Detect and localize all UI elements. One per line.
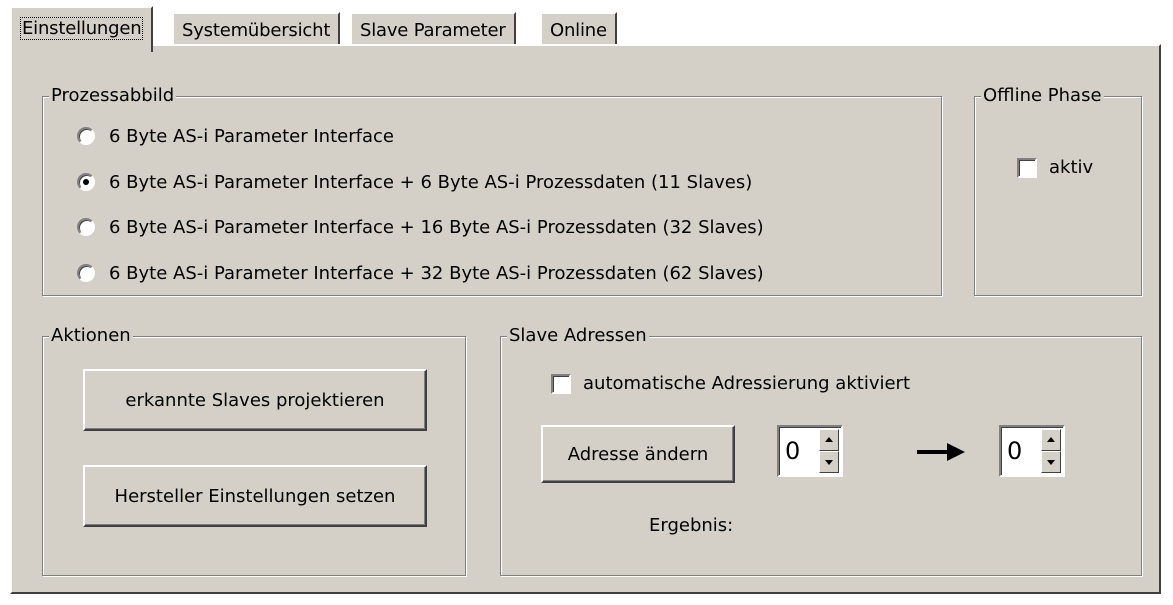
spin-down-icon[interactable] bbox=[819, 451, 839, 473]
radio-option-62-slaves[interactable]: 6 Byte AS-i Parameter Interface + 32 Byt… bbox=[77, 260, 764, 286]
slave-adressen-group: Slave Adressen automatische Adressierung… bbox=[500, 325, 1142, 576]
group-title: Aktionen bbox=[49, 325, 133, 346]
prozessabbild-group: Prozessabbild 6 Byte AS-i Parameter Inte… bbox=[42, 85, 942, 296]
aktionen-group: Aktionen erkannte Slaves projektieren He… bbox=[42, 325, 466, 576]
checkbox-box[interactable] bbox=[551, 373, 571, 394]
tab-label: Systemübersicht bbox=[182, 20, 331, 41]
radio-option-32-slaves[interactable]: 6 Byte AS-i Parameter Interface + 16 Byt… bbox=[77, 214, 764, 240]
from-address-value[interactable]: 0 bbox=[785, 437, 800, 465]
radio-label: 6 Byte AS-i Parameter Interface + 32 Byt… bbox=[109, 262, 764, 284]
tab-label: Einstellungen bbox=[20, 17, 144, 40]
erkannte-slaves-projektieren-button[interactable]: erkannte Slaves projektieren bbox=[83, 369, 427, 431]
hersteller-einstellungen-setzen-button[interactable]: Hersteller Einstellungen setzen bbox=[83, 465, 427, 527]
from-address-spinner[interactable]: 0 bbox=[777, 425, 843, 477]
radio-option-6byte[interactable]: 6 Byte AS-i Parameter Interface bbox=[77, 123, 394, 149]
tab-label: Slave Parameter bbox=[360, 20, 506, 41]
checkbox-label: aktiv bbox=[1049, 157, 1094, 178]
to-address-spinner[interactable]: 0 bbox=[999, 425, 1065, 477]
group-title: Prozessabbild bbox=[49, 85, 177, 106]
result-label: Ergebnis: bbox=[649, 515, 734, 536]
tab-label: Online bbox=[550, 20, 607, 41]
radio-button[interactable] bbox=[77, 127, 95, 145]
adresse-aendern-button[interactable]: Adresse ändern bbox=[541, 425, 735, 483]
radio-label: 6 Byte AS-i Parameter Interface + 6 Byte… bbox=[109, 171, 753, 193]
arrow-right-icon bbox=[917, 441, 965, 468]
checkbox-label: automatische Adressierung aktiviert bbox=[583, 373, 911, 394]
spin-up-icon[interactable] bbox=[1041, 429, 1061, 451]
offline-aktiv-checkbox[interactable]: aktiv bbox=[1017, 157, 1093, 178]
spin-up-icon[interactable] bbox=[819, 429, 839, 451]
to-address-value[interactable]: 0 bbox=[1007, 437, 1022, 465]
group-title: Slave Adressen bbox=[507, 325, 649, 346]
radio-label: 6 Byte AS-i Parameter Interface bbox=[109, 125, 394, 147]
offline-phase-group: Offline Phase aktiv bbox=[974, 85, 1142, 296]
settings-panel: Prozessabbild 6 Byte AS-i Parameter Inte… bbox=[10, 44, 1161, 594]
radio-option-11-slaves[interactable]: 6 Byte AS-i Parameter Interface + 6 Byte… bbox=[77, 169, 752, 195]
tab-einstellungen[interactable]: Einstellungen bbox=[10, 6, 154, 52]
radio-button[interactable] bbox=[77, 173, 95, 191]
spin-down-icon[interactable] bbox=[1041, 451, 1061, 473]
auto-addressing-checkbox[interactable]: automatische Adressierung aktiviert bbox=[551, 373, 910, 394]
checkbox-box[interactable] bbox=[1017, 157, 1037, 178]
group-title: Offline Phase bbox=[981, 85, 1104, 106]
radio-label: 6 Byte AS-i Parameter Interface + 16 Byt… bbox=[109, 216, 764, 238]
radio-button[interactable] bbox=[77, 264, 95, 282]
radio-button[interactable] bbox=[77, 218, 95, 236]
